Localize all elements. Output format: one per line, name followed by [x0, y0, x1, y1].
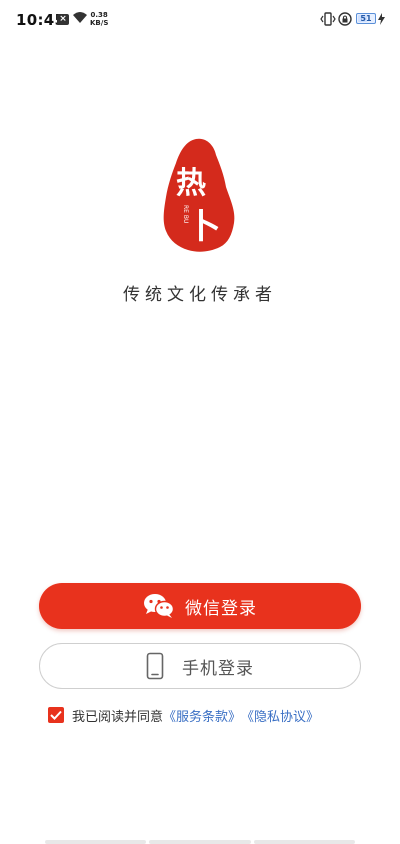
- vibrate-icon: [320, 12, 336, 26]
- network-speed-value: 0.38: [90, 11, 108, 19]
- nav-segment: [149, 840, 251, 844]
- battery-level: 51: [360, 14, 372, 23]
- network-speed-unit: KB/S: [90, 19, 109, 27]
- phone-login-button[interactable]: 手机登录: [39, 643, 361, 689]
- app-logo: 热 卜 RE BU: [163, 138, 235, 252]
- logo-char-bottom: 卜: [187, 207, 221, 247]
- charging-icon: [378, 13, 385, 25]
- wechat-icon: [144, 594, 175, 618]
- privacy-link[interactable]: 《隐私协议》: [241, 706, 319, 725]
- system-nav-bar: [45, 840, 355, 844]
- nav-segment: [253, 840, 355, 844]
- slogan: 传统文化传承者: [123, 285, 277, 305]
- notification-x-icon: ×: [57, 14, 69, 25]
- battery-icon: 51: [356, 13, 376, 24]
- wechat-login-button[interactable]: 微信登录: [39, 583, 361, 629]
- agreement-checkbox[interactable]: [48, 707, 64, 723]
- wechat-login-label: 微信登录: [185, 598, 257, 619]
- status-bar: 10:45 × 0.38 KB/S 51: [0, 0, 400, 40]
- terms-link[interactable]: 《服务条款》: [163, 706, 241, 725]
- logo-char-top: 热: [176, 166, 206, 201]
- network-speed: 0.38 KB/S: [90, 11, 108, 27]
- nav-segment: [45, 840, 147, 844]
- phone-icon: [146, 652, 164, 680]
- agreement-text: 我已阅读并同意: [72, 709, 164, 725]
- wifi-icon: [73, 12, 87, 23]
- logo-small-text: RE BU: [182, 205, 189, 223]
- agreement-row: 我已阅读并同意 《服务条款》 《隐私协议》: [48, 705, 319, 725]
- phone-login-label: 手机登录: [182, 658, 254, 679]
- checkmark-icon: [50, 710, 62, 720]
- rotation-lock-icon: [338, 12, 352, 26]
